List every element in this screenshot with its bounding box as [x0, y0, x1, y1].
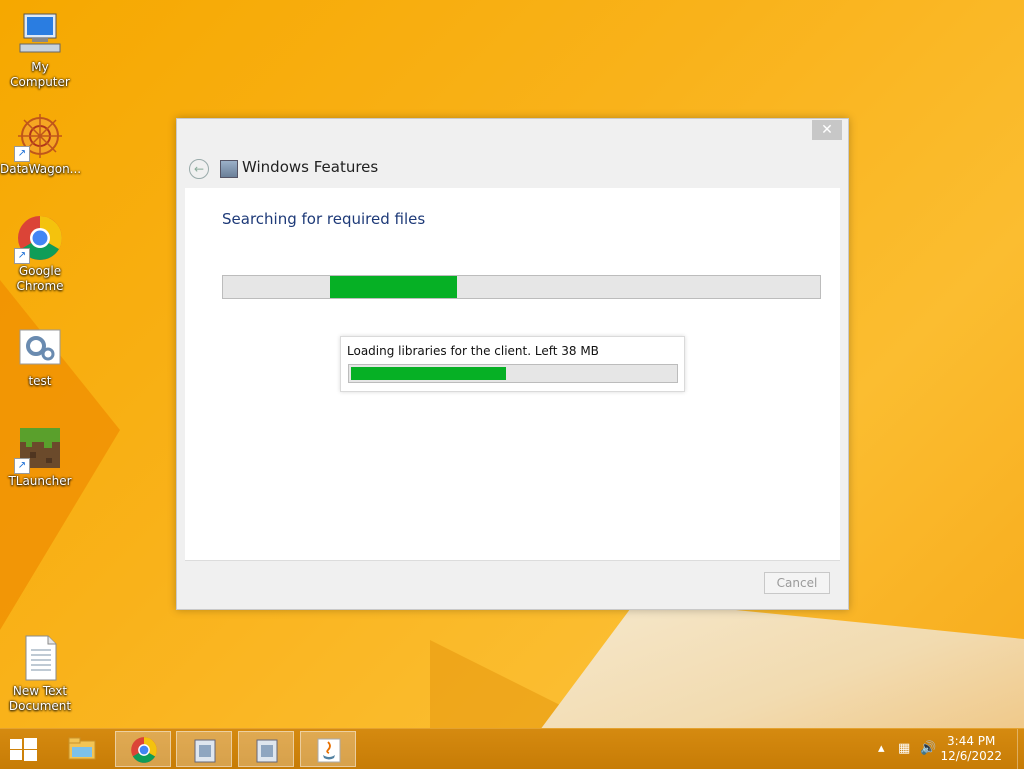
shortcut-arrow-icon: ↗: [14, 146, 30, 162]
close-button[interactable]: ✕: [812, 120, 842, 140]
cancel-button[interactable]: Cancel: [764, 572, 830, 594]
shortcut-arrow-icon: ↗: [14, 248, 30, 264]
download-status-text: Loading libraries for the client. Left 3…: [347, 344, 599, 358]
main-progress-fill: [330, 276, 458, 298]
datawagon-icon: ↗: [14, 112, 64, 162]
text-document-icon: [16, 634, 64, 682]
desktop-icon-label: DataWagon...: [0, 162, 82, 176]
download-status-box: Loading libraries for the client. Left 3…: [340, 336, 685, 392]
desktop-icon-label: TLauncher: [8, 474, 72, 488]
desktop-icon-my-computer[interactable]: My Computer: [0, 10, 80, 90]
network-icon[interactable]: ▦: [898, 741, 910, 756]
settings-file-icon: [16, 324, 64, 372]
desktop-icon-new-text-document[interactable]: New Text Document: [0, 634, 80, 714]
clock-time: 3:44 PM: [947, 734, 996, 748]
download-progress-fill: [351, 367, 507, 380]
taskbar-file-explorer[interactable]: [54, 731, 110, 767]
installer-icon: [253, 736, 281, 764]
desktop-icon-label: New Text Document: [8, 684, 72, 713]
installer-icon: [191, 736, 219, 764]
windows-logo-icon[interactable]: [8, 737, 38, 761]
status-heading: Searching for required files: [222, 210, 426, 228]
show-desktop-button[interactable]: [1017, 729, 1024, 769]
volume-icon[interactable]: 🔊: [920, 741, 936, 756]
taskbar-java[interactable]: [300, 731, 356, 767]
minecraft-block-icon: ↗: [14, 424, 64, 474]
desktop-icon-label: Google Chrome: [16, 264, 64, 293]
taskbar-windows-features-2[interactable]: [238, 731, 294, 767]
folder-icon: [68, 735, 96, 763]
desktop-icon-test[interactable]: test: [0, 324, 80, 389]
shortcut-arrow-icon: ↗: [14, 458, 30, 474]
taskbar-chrome[interactable]: [115, 731, 171, 767]
taskbar-windows-features[interactable]: [176, 731, 232, 767]
computer-icon: [16, 10, 64, 58]
show-hidden-icons-icon[interactable]: ▴: [878, 741, 885, 756]
java-icon: [315, 736, 343, 764]
chrome-icon: [130, 736, 158, 764]
desktop-icon-datawagon[interactable]: ↗ DataWagon...: [0, 112, 82, 177]
desktop-icon-label: My Computer: [10, 60, 70, 89]
back-button[interactable]: ←: [189, 159, 209, 179]
windows-features-dialog: ✕ ← Windows Features Searching for requi…: [176, 118, 849, 610]
download-progress-bar: [348, 364, 678, 383]
taskbar: ▴ ▦ 🔊 3:44 PM 12/6/2022: [0, 728, 1024, 769]
main-progress-bar: [222, 275, 821, 299]
desktop-icon-label: test: [28, 374, 52, 388]
chrome-icon: ↗: [14, 214, 64, 264]
desktop-icon-chrome[interactable]: ↗ Google Chrome: [0, 214, 80, 294]
dialog-content: Searching for required files Loading lib…: [185, 188, 840, 561]
dialog-title: Windows Features: [242, 158, 379, 176]
wallpaper-shape: [540, 600, 1024, 730]
windows-features-icon: [220, 160, 238, 178]
clock[interactable]: 3:44 PM 12/6/2022: [940, 734, 1002, 764]
clock-date: 12/6/2022: [940, 749, 1002, 763]
system-tray: ▴ ▦ 🔊 3:44 PM 12/6/2022: [864, 729, 1024, 769]
desktop-icon-tlauncher[interactable]: ↗ TLauncher: [0, 424, 80, 489]
